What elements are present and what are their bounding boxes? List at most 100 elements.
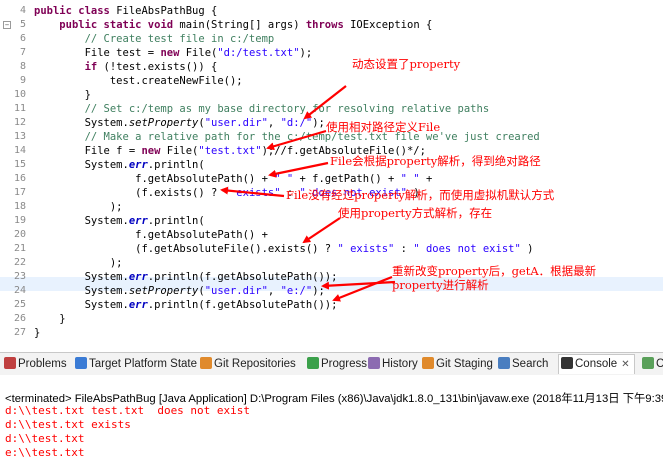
code-token: f.getAbsolutePath() + <box>34 229 268 241</box>
code-token: System. <box>34 215 129 227</box>
line-number-12: 12 <box>0 116 30 130</box>
line-number-16: 16 <box>0 172 30 186</box>
code-token: // Make a relative path for the c:/temp/… <box>34 131 540 143</box>
code-line-23[interactable]: System.err.println(f.getAbsolutePath()); <box>34 270 338 284</box>
line-number-25: 25 <box>0 298 30 312</box>
git-staging-icon <box>422 357 434 369</box>
line-number-21: 21 <box>0 242 30 256</box>
code-line-13[interactable]: // Make a relative path for the c:/temp/… <box>34 130 540 144</box>
code-token: File f = <box>34 145 142 157</box>
code-token: IOException { <box>350 19 433 31</box>
code-line-8[interactable]: if (!test.exists()) { <box>34 60 218 74</box>
tab-search[interactable]: Search <box>498 356 548 372</box>
code-token: System. <box>34 285 129 297</box>
code-line-24[interactable]: System.setProperty("user.dir", "e:/"); <box>34 284 325 298</box>
code-line-18[interactable]: ); <box>34 200 123 214</box>
tab-label: Target Platform State <box>89 358 198 370</box>
code-line-27[interactable]: } <box>34 326 40 340</box>
code-line-11[interactable]: // Set c:/temp as my base directory for … <box>34 102 490 116</box>
code-token: new <box>141 145 167 157</box>
code-token: throws <box>305 19 351 31</box>
code-token: ); <box>34 201 123 213</box>
code-token: err <box>128 159 148 171</box>
code-token: .println(f.getAbsolutePath()); <box>147 271 338 283</box>
code-token: // Create test file in c:/temp <box>34 33 275 45</box>
code-line-9[interactable]: test.createNewFile(); <box>34 74 243 88</box>
line-number-text: 8 <box>19 61 26 72</box>
line-number-text: 19 <box>13 215 26 226</box>
line-number-text: 27 <box>13 327 26 338</box>
line-number-text: 16 <box>13 173 26 184</box>
tab-problems[interactable]: Problems <box>4 356 67 372</box>
code-token: FileAbsPathBug { <box>116 5 218 17</box>
code-line-12[interactable]: System.setProperty("user.dir", "d:/"); <box>34 116 325 130</box>
code-token: f.getAbsolutePath() + <box>34 173 275 185</box>
code-line-26[interactable]: } <box>34 312 66 326</box>
line-number-22: 22 <box>0 256 30 270</box>
fold-toggle-icon[interactable]: − <box>3 21 11 29</box>
annotation-resolve-property: File会根据property解析，得到绝对路径 <box>330 154 541 168</box>
tab-history[interactable]: History <box>368 356 418 372</box>
tab-label: History <box>382 358 418 370</box>
code-token: "d:/test.txt" <box>217 47 300 59</box>
code-editor[interactable]: 4−5 6 7 8 9 10 11 12 13 14 15 16 17 18 19 20 21 22 23 24 25 2… <box>0 0 663 347</box>
code-token: } <box>34 89 91 101</box>
tab-progress[interactable]: Progress <box>307 356 367 372</box>
code-line-20[interactable]: f.getAbsolutePath() + <box>34 228 268 242</box>
code-token: File test = <box>34 47 161 59</box>
code-token: setProperty <box>128 285 199 297</box>
tab-label: Search <box>512 358 549 370</box>
line-number-11: 11 <box>0 102 30 116</box>
code-token: setProperty <box>128 117 199 129</box>
code-line-21[interactable]: (f.getAbsoluteFile().exists() ? " exists… <box>34 242 533 256</box>
code-line-6[interactable]: // Create test file in c:/temp <box>34 32 275 46</box>
bottom-panel-tabs: Problems Target Platform State Git Reposit… <box>0 352 663 376</box>
tab-console[interactable]: Console ✕ <box>558 354 635 374</box>
close-icon[interactable]: ✕ <box>621 359 629 370</box>
code-token: " exists" <box>223 187 281 199</box>
code-line-19[interactable]: System.err.println( <box>34 214 205 228</box>
code-token: } <box>34 313 66 325</box>
code-line-25[interactable]: System.err.println(f.getAbsolutePath()); <box>34 298 338 312</box>
target-platform-state-icon <box>75 357 87 369</box>
code-token: if <box>84 61 104 73</box>
tab-git-staging[interactable]: Git Staging <box>422 356 493 372</box>
code-line-15[interactable]: System.err.println( <box>34 158 205 172</box>
line-number-23: 23 <box>0 270 30 284</box>
line-number-7: 7 <box>0 46 30 60</box>
annotation-re-resolve-line1: 重新改变property后，getA．根据最新 <box>392 264 597 278</box>
console-icon <box>561 357 573 369</box>
line-number-text: 15 <box>13 159 26 170</box>
arrow-5 <box>302 217 341 244</box>
code-token: , <box>267 285 281 297</box>
console-output-line: d:\\test.txt test.txt does not exist <box>5 404 251 417</box>
line-number-6: 6 <box>0 32 30 46</box>
line-number-text: 9 <box>19 75 26 86</box>
code-token: "d:/" <box>280 117 313 129</box>
code-token: (!test.exists()) { <box>103 61 218 73</box>
code-line-4[interactable]: public class FileAbsPathBug { <box>34 4 217 18</box>
code-line-16[interactable]: f.getAbsolutePath() + " " + f.getPath() … <box>34 172 439 186</box>
line-number-text: 25 <box>13 299 26 310</box>
code-token: + f.getPath() + <box>293 173 401 185</box>
tab-git-repositories[interactable]: Git Repositories <box>200 356 296 372</box>
tab-label: Git Repositories <box>214 358 296 370</box>
code-line-10[interactable]: } <box>34 88 91 102</box>
line-number-17: 17 <box>0 186 30 200</box>
line-number-text: 14 <box>13 145 26 156</box>
tab-target-platform-state[interactable]: Target Platform State <box>75 356 197 372</box>
code-line-5[interactable]: public static void main(String[] args) t… <box>34 18 432 32</box>
line-number-19: 19 <box>0 214 30 228</box>
tab-ca[interactable]: Ca <box>642 356 663 372</box>
tab-label: Console <box>575 358 618 370</box>
git-repositories-icon <box>200 357 212 369</box>
code-token: System. <box>34 159 129 171</box>
code-line-7[interactable]: File test = new File("d:/test.txt"); <box>34 46 313 60</box>
annotation-set-property: 动态设置了property <box>352 57 461 71</box>
code-token: ); <box>312 117 325 129</box>
code-line-22[interactable]: ); <box>34 256 123 270</box>
line-number-18: 18 <box>0 200 30 214</box>
console-view[interactable]: <terminated> FileAbsPathBug [Java Applic… <box>0 375 663 465</box>
tab-label: Ca <box>656 358 663 370</box>
code-token: : <box>394 243 414 255</box>
